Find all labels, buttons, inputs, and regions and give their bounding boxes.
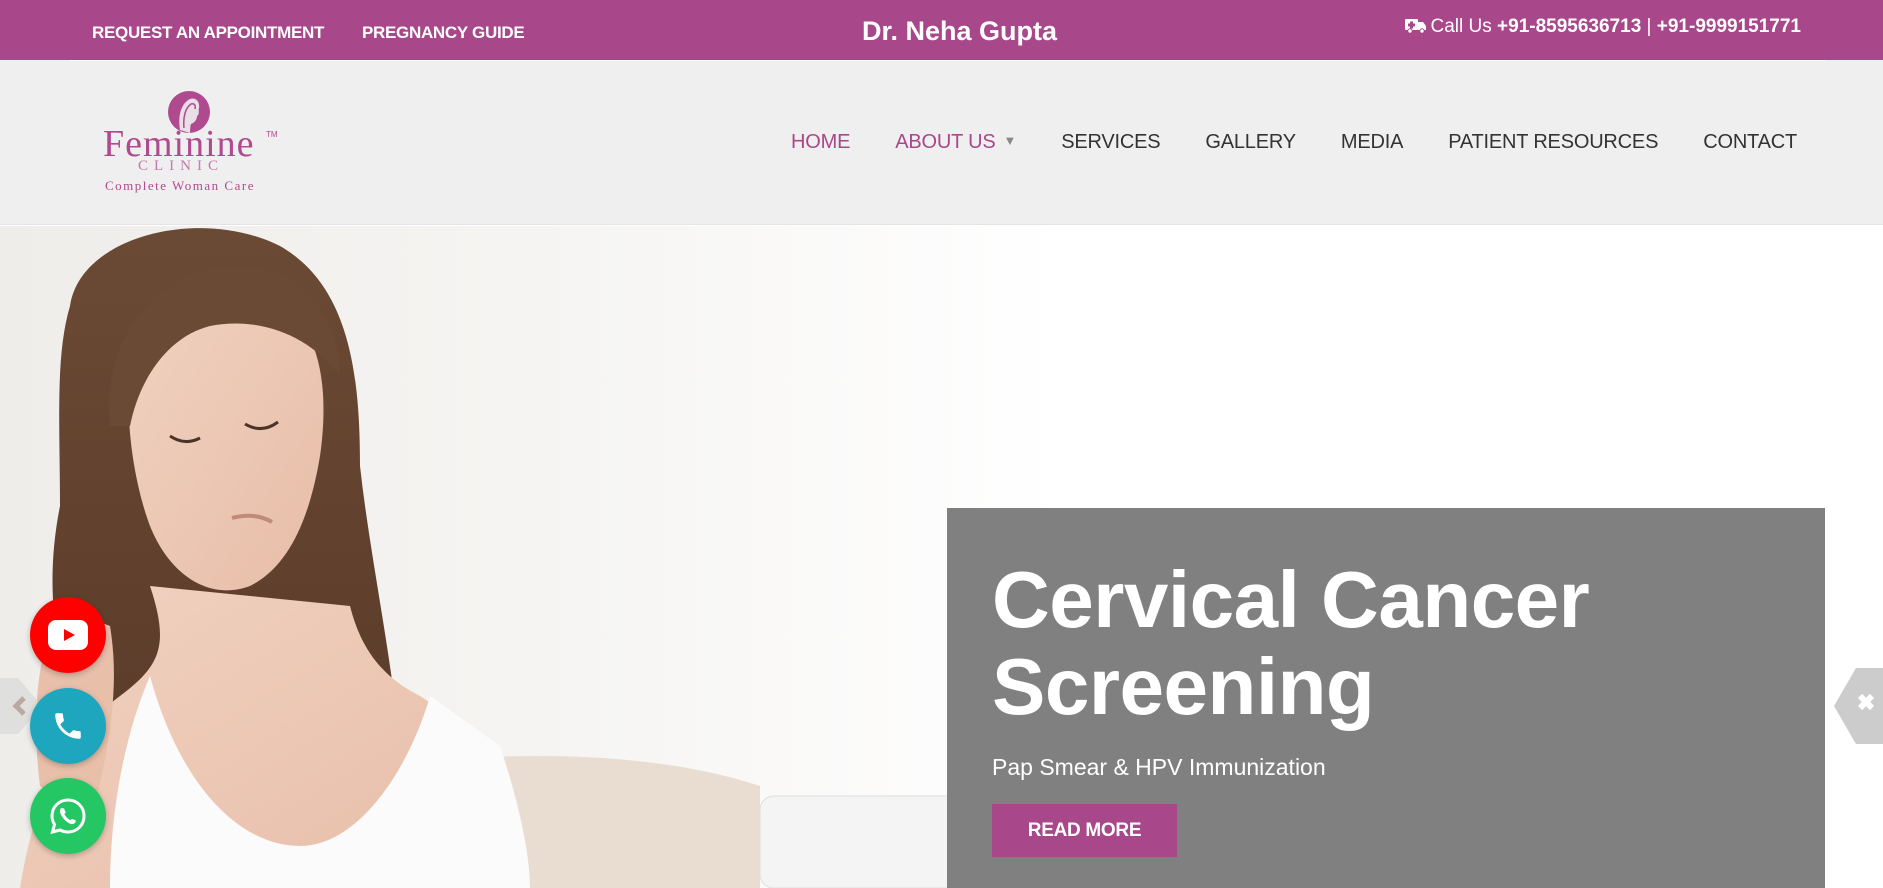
slide-title: Cervical Cancer Screening [992,555,1590,731]
nav-services[interactable]: SERVICES [1061,131,1160,154]
nav-media[interactable]: MEDIA [1341,131,1404,154]
chevron-right-icon [1834,668,1883,744]
hero-image [0,226,1060,888]
request-appointment-link[interactable]: REQUEST AN APPOINTMENT [92,23,324,43]
read-more-button[interactable]: READ MORE [992,804,1177,857]
logo-trademark: TM [266,130,278,139]
call-us: Call Us +91-8595636713 | +91-9999151771 [1404,16,1801,40]
nav-gallery[interactable]: GALLERY [1205,131,1296,154]
whatsapp-icon [50,798,86,835]
nav-patient-resources[interactable]: PATIENT RESOURCES [1448,131,1658,154]
phone-link-2[interactable]: +91-9999151771 [1657,16,1801,37]
logo-clinic: CLINIC [138,158,224,174]
phone-button[interactable] [30,688,106,764]
clinic-logo[interactable]: Feminine TM CLINIC Complete Woman Care [100,90,290,200]
phone-icon [55,713,81,739]
phone-link-1[interactable]: +91-8595636713 [1497,16,1641,37]
nav-home[interactable]: HOME [791,131,850,154]
phone-separator: | [1646,16,1652,37]
slide-caption: Cervical Cancer Screening Pap Smear & HP… [947,508,1825,888]
nav-about-us[interactable]: ABOUT US ▼ [895,131,1016,154]
chevron-down-icon: ▼ [1003,133,1017,148]
main-nav: HOME ABOUT US ▼ SERVICES GALLERY MEDIA PA… [746,131,1797,154]
doctor-name: Dr. Neha Gupta [862,16,1058,46]
logo-tagline: Complete Woman Care [105,178,255,193]
hero-slider: Cervical Cancer Screening Pap Smear & HP… [0,226,1883,888]
youtube-button[interactable] [30,597,106,673]
slider-next-button[interactable] [1834,666,1883,746]
nav-contact[interactable]: CONTACT [1703,131,1797,154]
main-header: Feminine TM CLINIC Complete Woman Care H… [0,60,1883,225]
header-divider [70,60,1825,61]
youtube-icon [48,620,88,650]
pregnancy-guide-link[interactable]: PREGNANCY GUIDE [362,23,525,43]
slide-subtitle: Pap Smear & HPV Immunization [992,754,1326,780]
nav-about-us-label: ABOUT US [895,131,996,153]
whatsapp-button[interactable] [30,778,106,854]
call-us-label: Call Us [1430,16,1492,37]
ambulance-icon [1404,17,1427,40]
top-bar: REQUEST AN APPOINTMENT PREGNANCY GUIDE D… [0,0,1883,60]
